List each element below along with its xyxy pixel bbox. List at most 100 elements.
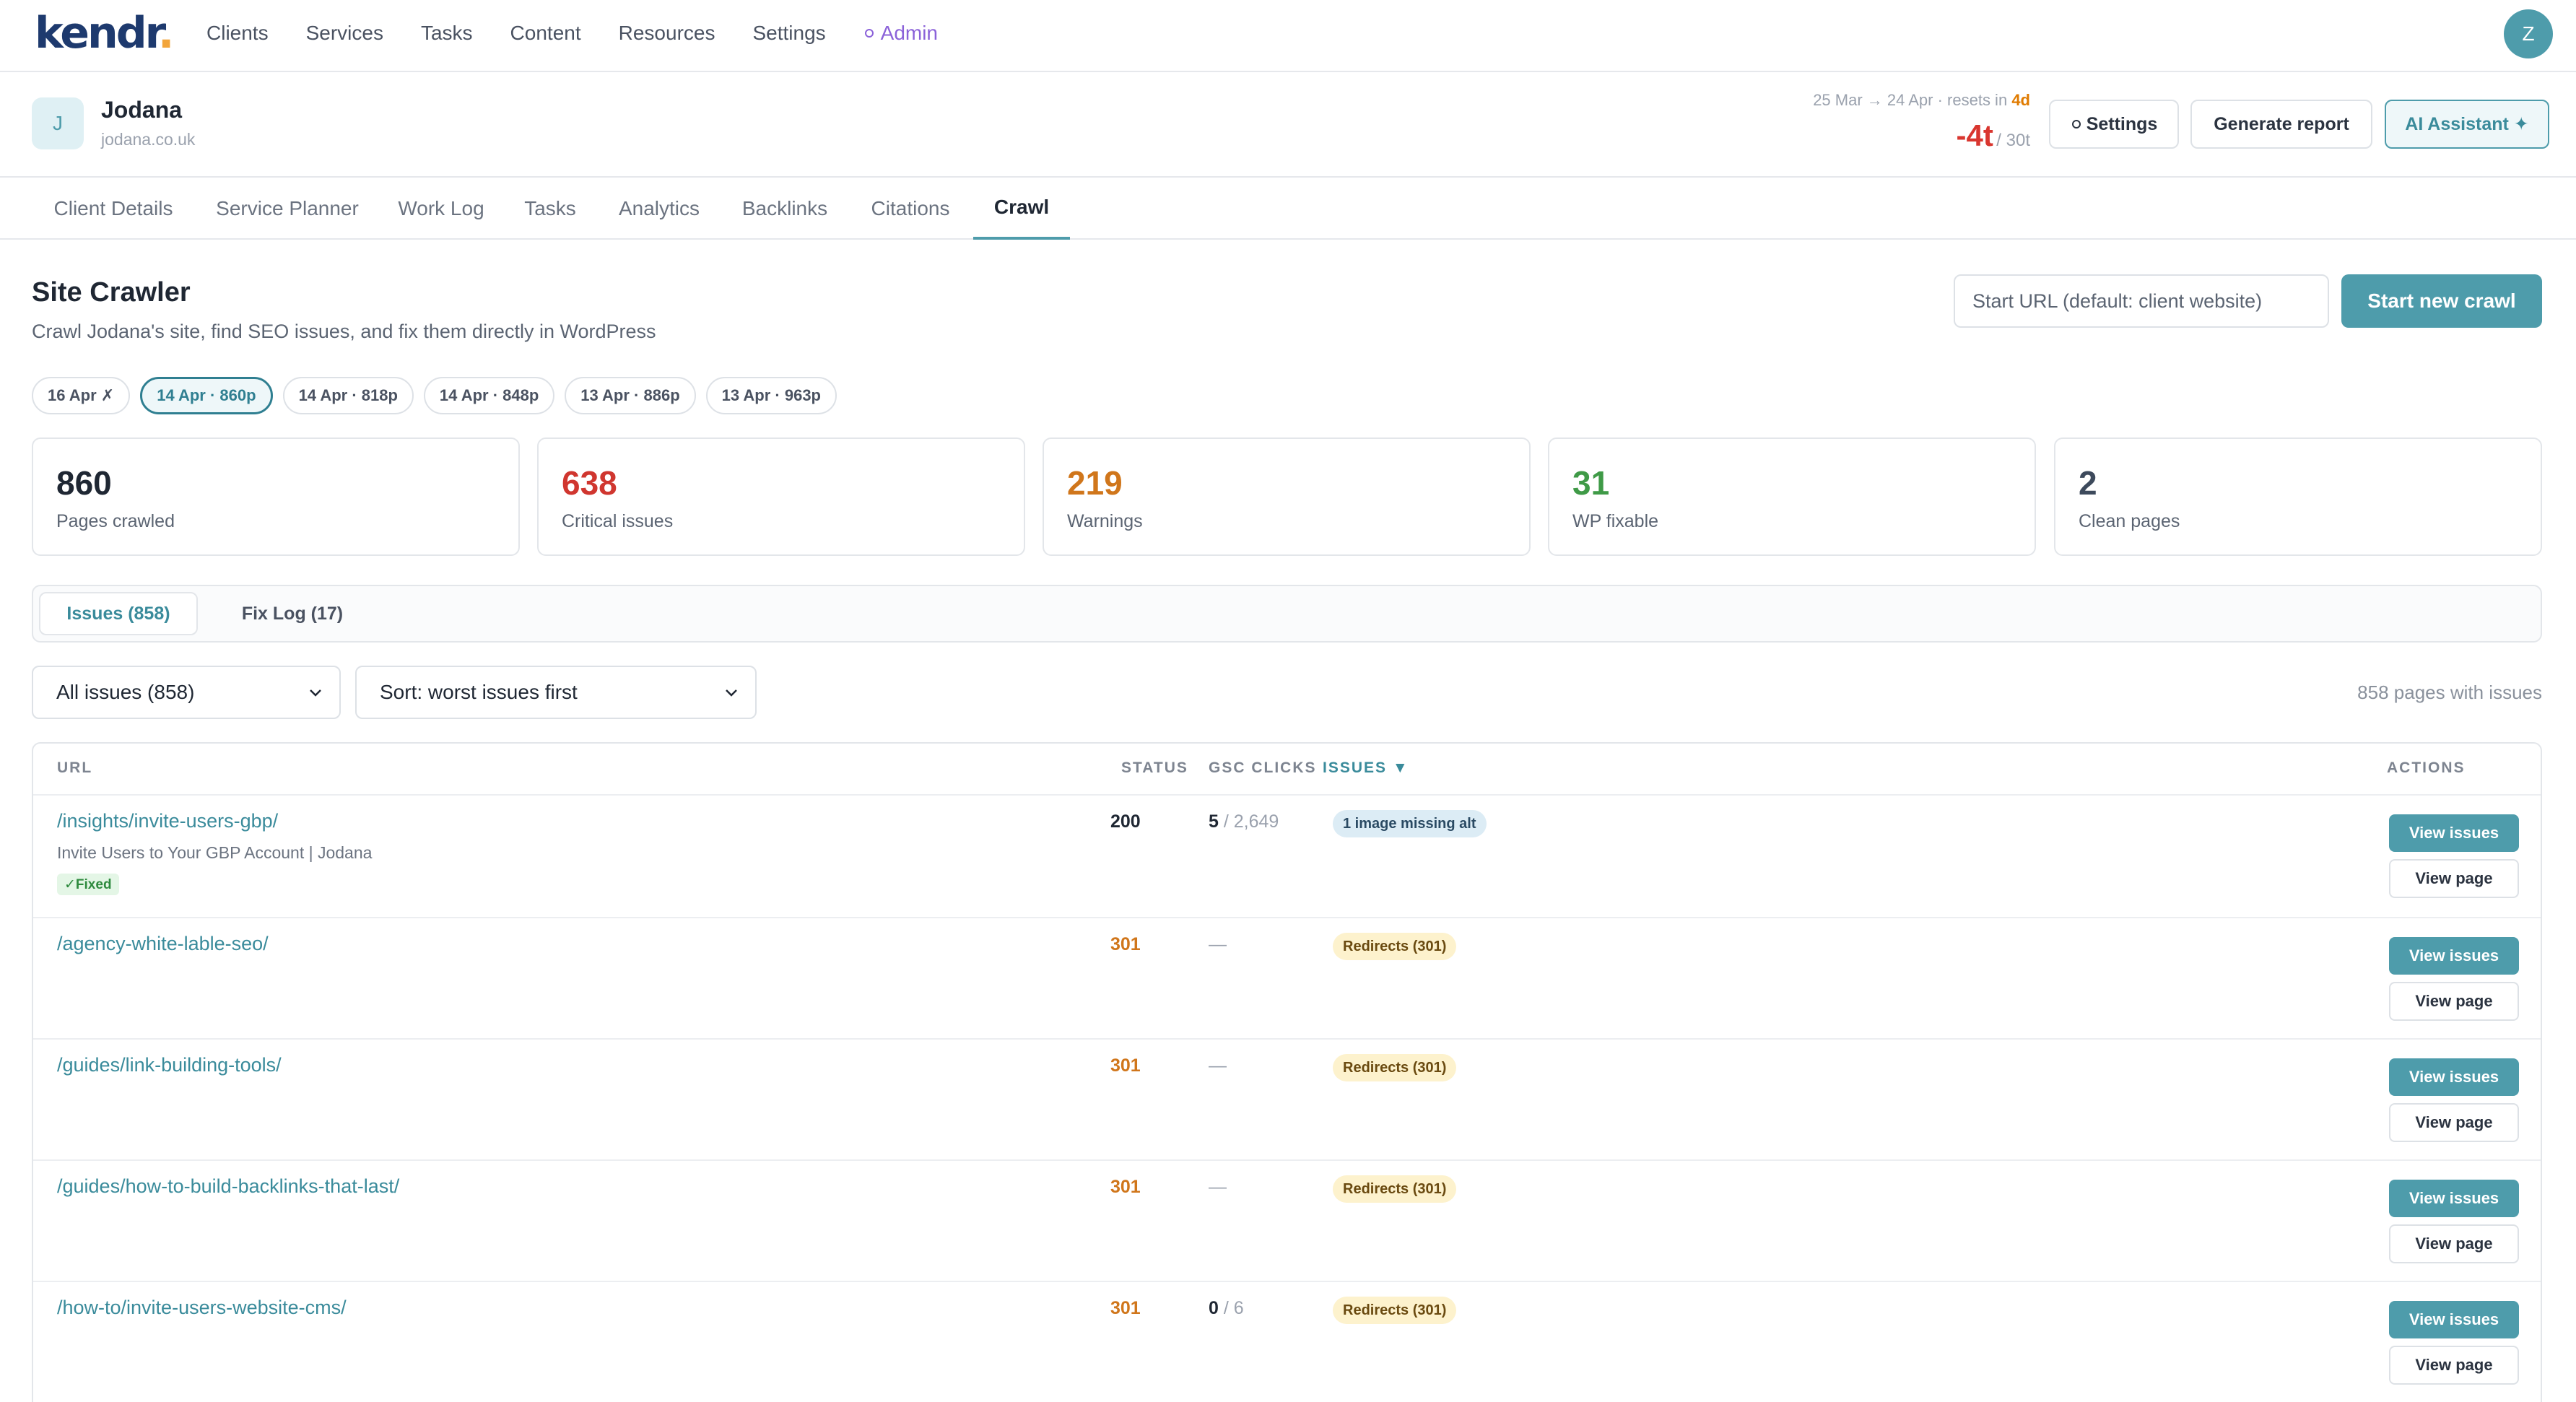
resets-in-value: 4d	[2011, 91, 2030, 109]
ai-assistant-button[interactable]: AI Assistant ✦	[2385, 100, 2549, 149]
stat-value: 860	[56, 464, 112, 502]
nav-settings[interactable]: Settings	[752, 20, 825, 46]
stat-label: Warnings	[1067, 511, 1143, 531]
status-code: 301	[1110, 934, 1141, 954]
stat-value: 219	[1067, 464, 1123, 502]
gsc-clicks-value: 0	[1209, 1298, 1219, 1318]
gsc-impressions: —	[1209, 1177, 1227, 1197]
status-code: 301	[1110, 1055, 1141, 1076]
gsc-impressions: —	[1209, 934, 1227, 954]
tab-analytics[interactable]: Analytics	[606, 178, 712, 240]
table-row: /insights/invite-users-gbp/ Invite Users…	[33, 796, 2541, 918]
view-page-button[interactable]: View page	[2389, 859, 2519, 898]
crawl-chip[interactable]: 16 Apr ✗	[32, 377, 131, 414]
subtab-fix-log[interactable]: Fix Log (17)	[217, 592, 368, 635]
user-avatar[interactable]: Z	[2504, 9, 2553, 58]
stat-wp-fixable: 31 WP fixable	[1548, 437, 2036, 556]
view-page-button[interactable]: View page	[2389, 1346, 2519, 1385]
subtab-issues[interactable]: Issues (858)	[39, 592, 198, 635]
stat-pages-crawled: 860 Pages crawled	[32, 437, 520, 556]
issue-badge: 1 image missing alt	[1333, 810, 1487, 837]
view-page-button[interactable]: View page	[2389, 982, 2519, 1021]
client-tabs: Client Details Service Planner Work Log …	[0, 178, 2576, 240]
chevron-down-icon	[310, 689, 321, 697]
view-issues-button[interactable]: View issues	[2389, 937, 2519, 975]
stat-label: Critical issues	[562, 511, 674, 531]
main-nav: Clients Services Tasks Content Resources…	[206, 20, 938, 46]
column-header-gsc-clicks[interactable]: GSC CLICKS	[1209, 759, 1317, 777]
view-page-button[interactable]: View page	[2389, 1224, 2519, 1263]
page-url-link[interactable]: /how-to/invite-users-website-cms/	[57, 1297, 347, 1319]
credits-value: -4t	[1956, 118, 1993, 152]
sort-value: Sort: worst issues first	[380, 681, 578, 703]
fixed-badge: ✓Fixed	[57, 874, 119, 895]
crawl-chip[interactable]: 14 Apr · 818p	[282, 377, 414, 414]
nav-tasks[interactable]: Tasks	[421, 20, 473, 46]
nav-admin[interactable]: Admin	[863, 20, 938, 46]
tab-backlinks[interactable]: Backlinks	[731, 178, 839, 240]
issue-badge: Redirects (301)	[1333, 933, 1457, 960]
tab-crawl[interactable]: Crawl	[973, 178, 1070, 240]
billing-period: 25 Mar → 24 Apr · resets in 4d	[1813, 91, 2030, 110]
generate-report-button[interactable]: Generate report	[2190, 100, 2372, 149]
nav-services[interactable]: Services	[306, 20, 383, 46]
table-row: /guides/how-to-build-backlinks-that-last…	[33, 1161, 2541, 1282]
crawl-chip[interactable]: 13 Apr · 963p	[705, 377, 837, 414]
nav-resources[interactable]: Resources	[619, 20, 715, 46]
issue-badge: Redirects (301)	[1333, 1175, 1457, 1203]
pages-with-issues-count: 858 pages with issues	[2357, 682, 2542, 703]
nav-clients[interactable]: Clients	[206, 20, 269, 46]
stat-label: WP fixable	[1572, 511, 1659, 531]
gear-icon	[864, 29, 874, 38]
gsc-clicks: —	[1209, 934, 1227, 955]
view-issues-button[interactable]: View issues	[2389, 1180, 2519, 1217]
page-url-link[interactable]: /agency-white-lable-seo/	[57, 933, 269, 955]
tab-service-planner[interactable]: Service Planner	[205, 178, 370, 240]
chevron-down-icon	[726, 689, 737, 697]
tab-citations[interactable]: Citations	[858, 178, 963, 240]
gsc-clicks: 0 / 6	[1209, 1298, 1244, 1319]
kendr-logo[interactable]: kendr.	[35, 10, 174, 56]
start-new-crawl-button[interactable]: Start new crawl	[2341, 274, 2542, 328]
gsc-clicks: 5 / 2,649	[1209, 811, 1279, 832]
tab-work-log[interactable]: Work Log	[388, 178, 494, 240]
column-header-issues[interactable]: ISSUES ▼	[1323, 759, 1409, 777]
issue-filter-select[interactable]: All issues (858)	[32, 666, 341, 719]
view-page-button[interactable]: View page	[2389, 1103, 2519, 1142]
column-header-status[interactable]: STATUS	[1121, 759, 1188, 777]
issues-table: URL STATUS GSC CLICKS ISSUES ▼ ACTIONS /…	[32, 742, 2542, 1402]
page-subtitle: Crawl Jodana's site, find SEO issues, an…	[32, 321, 656, 342]
stat-label: Clean pages	[2079, 511, 2180, 531]
page-url-link[interactable]: /guides/how-to-build-backlinks-that-last…	[57, 1175, 399, 1198]
crawl-chip[interactable]: 14 Apr · 848p	[423, 377, 555, 414]
gsc-clicks-value: 5	[1209, 811, 1219, 832]
page-url-link[interactable]: /guides/link-building-tools/	[57, 1054, 282, 1076]
view-issues-button[interactable]: View issues	[2389, 1058, 2519, 1096]
stat-critical-issues: 638 Critical issues	[537, 437, 1025, 556]
view-issues-button[interactable]: View issues	[2389, 814, 2519, 852]
view-issues-button[interactable]: View issues	[2389, 1301, 2519, 1338]
gsc-clicks: —	[1209, 1177, 1227, 1198]
issue-badge: Redirects (301)	[1333, 1297, 1457, 1324]
column-header-actions: ACTIONS	[2387, 759, 2466, 776]
issue-filter-value: All issues (858)	[56, 681, 195, 703]
crawl-chip[interactable]: 13 Apr · 886p	[565, 377, 696, 414]
status-code: 301	[1110, 1177, 1141, 1197]
table-row: /guides/link-building-tools/ 301 — Redir…	[33, 1040, 2541, 1161]
column-header-url[interactable]: URL	[57, 759, 92, 777]
nav-content[interactable]: Content	[510, 20, 581, 46]
stat-value: 2	[2079, 464, 2097, 502]
page-url-link[interactable]: /insights/invite-users-gbp/	[57, 810, 278, 832]
stat-value: 638	[562, 464, 617, 502]
tab-client-details[interactable]: Client Details	[32, 178, 195, 240]
stat-label: Pages crawled	[56, 511, 175, 531]
start-url-input[interactable]	[1954, 274, 2329, 328]
page-title: Site Crawler	[32, 277, 191, 308]
tab-tasks[interactable]: Tasks	[513, 178, 588, 240]
crawl-chip-active[interactable]: 14 Apr · 860p	[140, 377, 273, 414]
client-settings-button[interactable]: Settings	[2049, 100, 2179, 149]
sort-select[interactable]: Sort: worst issues first	[355, 666, 757, 719]
app-window: kendr. Clients Services Tasks Content Re…	[0, 0, 2576, 1402]
client-avatar: J	[32, 97, 84, 149]
gear-icon	[2071, 120, 2081, 129]
